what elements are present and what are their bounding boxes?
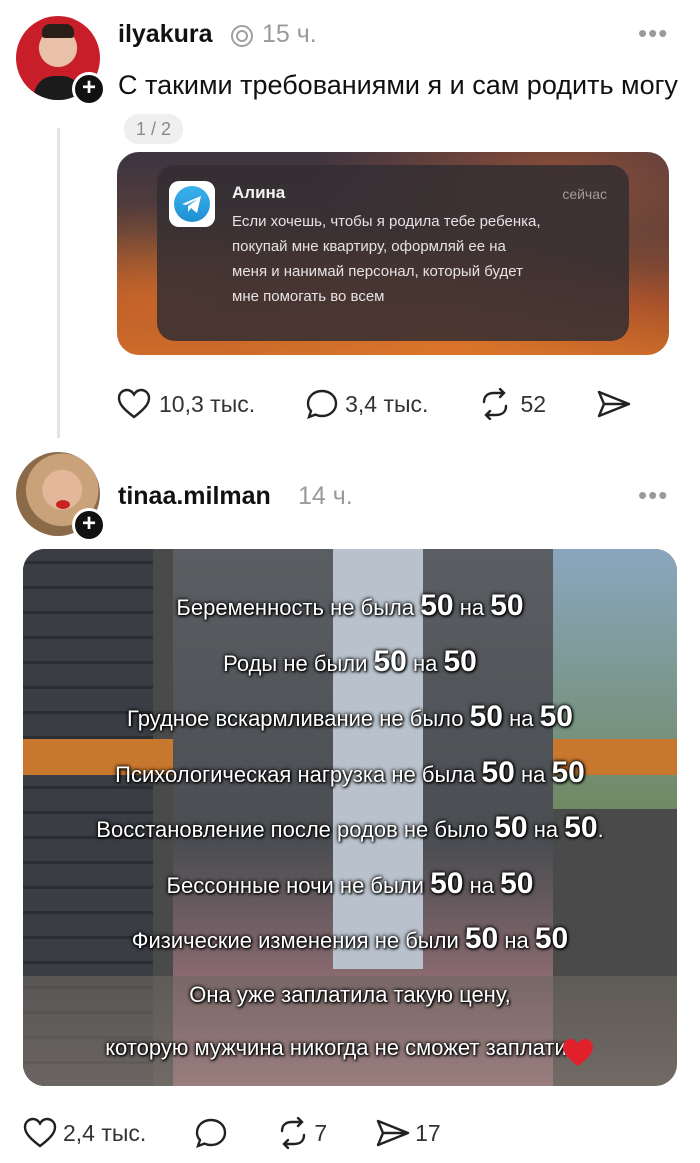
overlay-text-part: которую мужчина никогда не сможет заплат… bbox=[105, 1035, 567, 1060]
share-count: 17 bbox=[415, 1119, 441, 1146]
like-button[interactable]: 2,4 тыс. bbox=[23, 1117, 146, 1149]
overlay-number: 50 bbox=[500, 866, 534, 900]
repost-count: 52 bbox=[520, 390, 547, 417]
overlay-line: Физические изменения не были 50 на 50 bbox=[23, 912, 677, 968]
notification-time: сейчас bbox=[562, 186, 607, 202]
overlay-text-part: . bbox=[597, 817, 604, 842]
share-icon bbox=[596, 388, 632, 420]
heart-icon bbox=[23, 1117, 57, 1149]
overlay-number: 50 bbox=[443, 644, 477, 678]
overlay-text-part: на bbox=[514, 761, 552, 787]
overlay-number: 50 bbox=[494, 811, 528, 844]
repost-button[interactable]: 52 bbox=[478, 388, 546, 420]
like-count: 10,3 тыс. bbox=[159, 390, 256, 417]
notification-sender: Алина bbox=[232, 183, 286, 202]
post-actions: 10,3 тыс. 3,4 тыс. 52 bbox=[117, 388, 632, 420]
repost-icon bbox=[276, 1117, 310, 1149]
overlay-line: Бессонные ночи не были 50 на 50 bbox=[23, 857, 677, 913]
share-button[interactable] bbox=[596, 388, 632, 420]
overlay-text-part: Физические изменения не были bbox=[131, 928, 465, 953]
like-count: 2,4 тыс. bbox=[63, 1119, 147, 1146]
more-icon[interactable]: ••• bbox=[638, 18, 668, 49]
post-image-text-overlay[interactable]: Беременность не была 50 на 50 Роды не был… bbox=[23, 549, 677, 1086]
overlay-line: которую мужчина никогда не сможет заплат… bbox=[23, 1021, 677, 1075]
notification-message: Если хочешь, чтобы я родила тебе ребенка… bbox=[232, 213, 541, 305]
heart-emoji-icon bbox=[561, 1034, 595, 1067]
overlay-number: 50 bbox=[564, 811, 598, 844]
like-button[interactable]: 10,3 тыс. bbox=[117, 388, 255, 420]
username[interactable]: ilyakura bbox=[118, 20, 213, 49]
overlay-text-part: на bbox=[527, 817, 565, 842]
overlay-text-part: на bbox=[463, 872, 501, 898]
overlay-line: Беременность не была 50 на 50 bbox=[23, 579, 677, 635]
overlay-number: 50 bbox=[539, 700, 573, 733]
overlay-line: Она уже заплатила такую цену, bbox=[23, 968, 677, 1022]
overlay-number: 50 bbox=[373, 644, 407, 678]
overlay-number: 50 bbox=[481, 755, 515, 789]
overlay-text-part: Роды не были bbox=[223, 650, 374, 676]
telegram-notification: Алина сейчас Если хочешь, чтобы я родила… bbox=[157, 165, 629, 341]
post-image-notification[interactable]: Алина сейчас Если хочешь, чтобы я родила… bbox=[117, 152, 669, 355]
repost-button[interactable]: 7 bbox=[276, 1117, 327, 1149]
overlay-text: Беременность не была 50 на 50 Роды не был… bbox=[23, 579, 677, 1075]
overlay-number: 50 bbox=[430, 866, 464, 900]
share-button[interactable]: 17 bbox=[375, 1117, 441, 1149]
telegram-icon bbox=[169, 181, 215, 227]
follow-plus-icon[interactable]: + bbox=[72, 508, 106, 542]
overlay-text-part: Беременность не была bbox=[176, 595, 421, 620]
comment-count: 3,4 тыс. bbox=[345, 390, 429, 417]
overlay-text-part: Психологическая нагрузка не была bbox=[115, 761, 482, 787]
comment-icon bbox=[305, 388, 339, 420]
repost-icon bbox=[478, 388, 512, 420]
overlay-line: Грудное вскармливание не было 50 на 50 bbox=[23, 690, 677, 746]
page-indicator: 1 / 2 bbox=[124, 113, 184, 144]
post-time: 14 ч. bbox=[298, 482, 353, 510]
overlay-text-part: на bbox=[502, 706, 540, 731]
overlay-number: 50 bbox=[534, 922, 569, 955]
overlay-number: 50 bbox=[490, 589, 524, 622]
comment-button[interactable]: 3,4 тыс. bbox=[305, 388, 428, 420]
more-icon[interactable]: ••• bbox=[638, 480, 668, 511]
comment-button[interactable] bbox=[194, 1117, 228, 1149]
thread-line bbox=[57, 128, 60, 438]
overlay-number: 50 bbox=[420, 589, 454, 622]
comment-icon bbox=[194, 1117, 228, 1149]
badge-icon bbox=[229, 23, 255, 54]
overlay-line: Роды не были 50 на 50 bbox=[23, 635, 677, 691]
post-text: С такими требованиями я и сам родить мог… bbox=[118, 64, 678, 148]
share-icon bbox=[375, 1117, 411, 1149]
post-time: 15 ч. bbox=[262, 20, 317, 48]
overlay-text-part: на bbox=[498, 928, 535, 953]
overlay-line: Психологическая нагрузка не была 50 на 5… bbox=[23, 746, 677, 802]
username[interactable]: tinaa.milman bbox=[118, 482, 271, 511]
overlay-text-part: на bbox=[406, 650, 444, 676]
overlay-text-part: Она уже заплатила такую цену, bbox=[189, 981, 511, 1007]
overlay-text-part: Бессонные ночи не были bbox=[166, 872, 431, 898]
overlay-text-part: Восстановление после родов не было bbox=[96, 817, 495, 842]
post-actions: 2,4 тыс. 7 17 bbox=[23, 1117, 441, 1149]
follow-plus-icon[interactable]: + bbox=[72, 72, 106, 106]
overlay-number: 50 bbox=[469, 700, 503, 733]
heart-icon bbox=[117, 388, 151, 420]
overlay-number: 50 bbox=[551, 755, 585, 789]
overlay-line: Восстановление после родов не было 50 на… bbox=[23, 801, 677, 857]
overlay-text-part: Грудное вскармливание не было bbox=[127, 706, 470, 731]
overlay-number: 50 bbox=[464, 922, 499, 955]
post-text-content: С такими требованиями я и сам родить мог… bbox=[118, 70, 678, 100]
repost-count: 7 bbox=[314, 1119, 328, 1146]
overlay-text-part: на bbox=[453, 595, 491, 620]
